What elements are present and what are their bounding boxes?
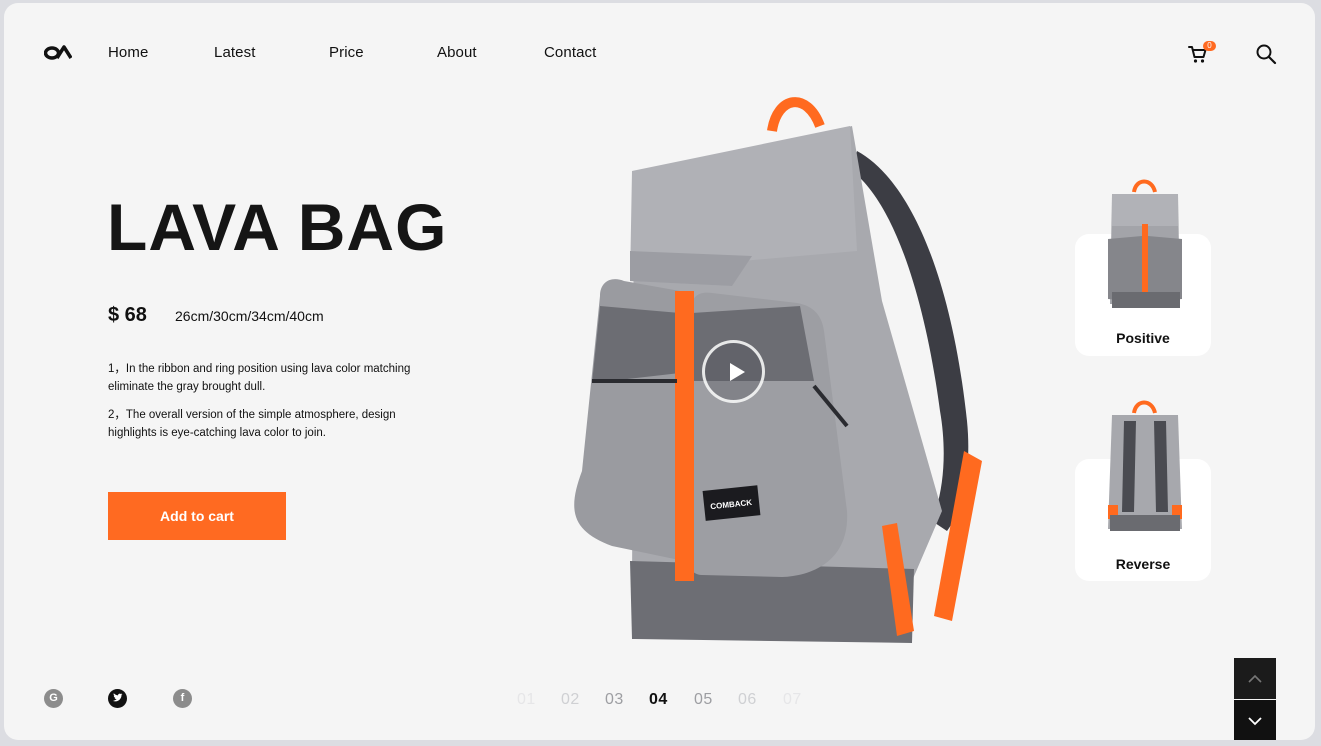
facebook-icon[interactable]: f <box>173 689 192 708</box>
bird-icon <box>113 693 123 702</box>
nav-latest[interactable]: Latest <box>214 44 255 61</box>
scroll-down-button[interactable] <box>1234 700 1276 740</box>
nav-price[interactable]: Price <box>329 44 364 61</box>
cart-count-badge: 0 <box>1203 41 1216 51</box>
thumbnail-label-positive: Positive <box>1116 330 1170 346</box>
page-03[interactable]: 03 <box>605 691 624 709</box>
backpack-front-image <box>1108 179 1182 308</box>
page-01[interactable]: 01 <box>517 691 536 709</box>
twitter-icon[interactable] <box>108 689 127 708</box>
add-to-cart-button[interactable]: Add to cart <box>108 492 286 540</box>
cart-button[interactable]: 0 <box>1187 41 1221 65</box>
brand-logo[interactable] <box>44 43 72 63</box>
product-hero-image: COMBACK <box>574 97 982 643</box>
google-icon[interactable]: G <box>44 689 63 708</box>
nav-contact[interactable]: Contact <box>544 44 596 61</box>
product-description-2: 2，The overall version of the simple atmo… <box>108 409 396 439</box>
chevron-down-icon <box>1248 717 1262 726</box>
page-04-current[interactable]: 04 <box>649 691 668 709</box>
nav-about[interactable]: About <box>437 44 477 61</box>
search-icon[interactable] <box>1255 43 1277 65</box>
product-price: $ 68 <box>108 304 147 326</box>
chevron-up-icon <box>1248 674 1262 683</box>
page-05[interactable]: 05 <box>694 691 713 709</box>
thumbnail-positive[interactable]: Positive <box>1075 179 1211 356</box>
backpack-back-image <box>1108 400 1182 531</box>
thumbnail-reverse[interactable]: Reverse <box>1075 400 1211 581</box>
product-description-1: 1，In the ribbon and ring position using … <box>108 363 411 393</box>
page-frame: Home Latest Price About Contact 0 LAVA B… <box>4 3 1315 740</box>
page-02[interactable]: 02 <box>561 691 580 709</box>
page-07[interactable]: 07 <box>783 691 802 709</box>
product-title: LAVA BAG <box>107 190 448 264</box>
play-video-button[interactable] <box>702 340 765 403</box>
page-06[interactable]: 06 <box>738 691 757 709</box>
product-sizes: 26cm/30cm/34cm/40cm <box>175 308 324 324</box>
nav-home[interactable]: Home <box>108 44 148 61</box>
thumbnail-label-reverse: Reverse <box>1115 556 1171 572</box>
scroll-up-button[interactable] <box>1234 658 1276 699</box>
